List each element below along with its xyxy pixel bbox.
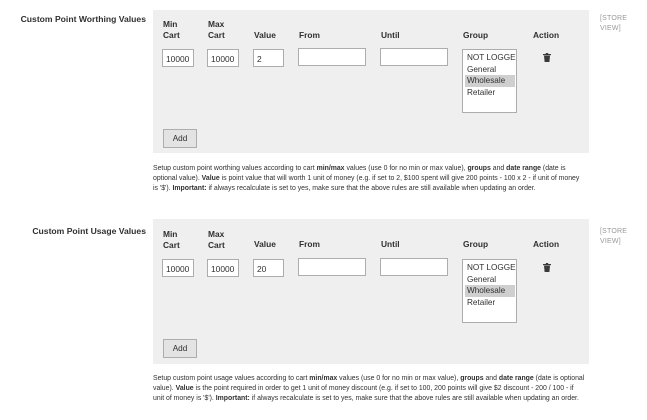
header-min-cart: Min Cart (163, 19, 180, 41)
header-min-line: Min (163, 229, 178, 239)
note-bold: groups (467, 165, 491, 172)
worthing-help-note: Setup custom point worthing values accor… (153, 164, 585, 194)
note-text: values (use 0 for no min or max value), (344, 165, 468, 172)
from-date-input[interactable] (298, 48, 366, 66)
note-text: Setup custom point usage values accordin… (153, 375, 310, 382)
header-value: Value (254, 239, 276, 249)
group-option-wholesale[interactable]: Wholesale (465, 75, 515, 87)
header-until: Until (381, 239, 400, 249)
value-input[interactable]: 2 (253, 49, 284, 67)
group-option-wholesale[interactable]: Wholesale (465, 285, 515, 297)
note-text: if always recalculate is set to yes, mak… (249, 395, 579, 402)
scope-label-line2: VIEW] (600, 25, 621, 32)
value-input[interactable]: 20 (253, 259, 284, 277)
note-bold: date range (498, 375, 534, 382)
scope-label-line1: [STORE (600, 228, 628, 235)
header-from: From (299, 239, 320, 249)
note-bold: min/max (316, 165, 345, 172)
note-text: and (490, 165, 507, 172)
add-button[interactable]: Add (163, 339, 197, 358)
max-cart-input[interactable]: 10000 (207, 259, 239, 277)
note-text: Setup custom point worthing values accor… (153, 165, 317, 172)
scope-label-line2: VIEW] (600, 238, 621, 245)
header-group: Group (463, 30, 489, 40)
add-button[interactable]: Add (163, 129, 197, 148)
group-multiselect[interactable]: NOT LOGGED IN General Wholesale Retailer (462, 49, 517, 113)
header-until: Until (381, 30, 400, 40)
header-max-cart: Max Cart (208, 229, 225, 251)
min-cart-input[interactable]: 10000 (162, 259, 194, 277)
header-cart-line: Cart (163, 240, 180, 250)
note-text: if always recalculate is set to yes, mak… (206, 185, 536, 192)
group-multiselect[interactable]: NOT LOGGED IN General Wholesale Retailer (462, 259, 517, 323)
header-action: Action (533, 30, 560, 40)
usage-values-panel: Min Cart Max Cart Value From Until Group… (153, 219, 589, 364)
min-cart-input[interactable]: 10000 (162, 49, 194, 67)
header-min-cart: Min Cart (163, 229, 180, 251)
max-cart-input[interactable]: 10000 (207, 49, 239, 67)
note-bold: min/max (309, 375, 338, 382)
note-bold: Important: (172, 185, 207, 192)
scope-label-line1: [STORE (600, 15, 628, 22)
note-bold: groups (460, 375, 484, 382)
header-max-cart: Max Cart (208, 19, 225, 41)
group-option-retailer[interactable]: Retailer (465, 87, 516, 99)
group-option-general[interactable]: General (465, 274, 516, 286)
header-cart-line: Cart (163, 30, 180, 40)
worthing-values-panel: Min Cart Max Cart Value From Until Group… (153, 10, 589, 153)
note-bold: Value (175, 385, 194, 392)
header-cart-line: Cart (208, 240, 225, 250)
until-date-input[interactable] (380, 258, 448, 276)
group-option-not-logged-in[interactable]: NOT LOGGED IN (465, 262, 516, 274)
group-option-retailer[interactable]: Retailer (465, 297, 516, 309)
note-text: and (483, 375, 499, 382)
note-bold: Value (201, 175, 220, 182)
trash-icon[interactable] (543, 53, 551, 62)
group-option-not-logged-in[interactable]: NOT LOGGED IN (465, 52, 516, 64)
until-date-input[interactable] (380, 48, 448, 66)
header-cart-line: Cart (208, 30, 225, 40)
group-option-general[interactable]: General (465, 64, 516, 76)
header-from: From (299, 30, 320, 40)
scope-label: [STORE VIEW] (600, 14, 627, 34)
header-group: Group (463, 239, 489, 249)
header-action: Action (533, 239, 560, 249)
usage-help-note: Setup custom point usage values accordin… (153, 374, 585, 404)
note-bold: Important: (215, 395, 250, 402)
scope-label: [STORE VIEW] (600, 227, 627, 247)
header-max-line: Max (208, 229, 225, 239)
worthing-row-label: Custom Point Worthing Values (20, 14, 146, 24)
trash-icon[interactable] (543, 263, 551, 272)
usage-row-label: Custom Point Usage Values (32, 226, 146, 236)
header-min-line: Min (163, 19, 178, 29)
header-value: Value (254, 30, 276, 40)
note-bold: date range (506, 165, 542, 172)
header-max-line: Max (208, 19, 225, 29)
from-date-input[interactable] (298, 258, 366, 276)
note-text: values (use 0 for no min or max value), (337, 375, 461, 382)
